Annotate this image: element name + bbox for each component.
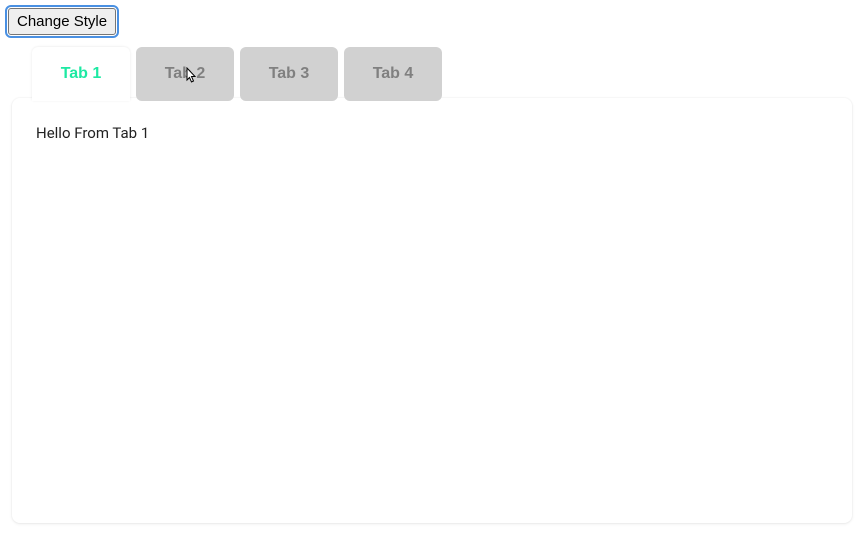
- tab-4[interactable]: Tab 4: [344, 47, 442, 101]
- tab-1[interactable]: Tab 1: [32, 47, 130, 101]
- tab-2[interactable]: Tab 2: [136, 47, 234, 101]
- tab-3[interactable]: Tab 3: [240, 47, 338, 101]
- tab-panel: Hello From Tab 1: [12, 98, 852, 523]
- change-style-button[interactable]: Change Style: [8, 8, 116, 35]
- tab-container: Tab 1 Tab 2 Tab 3 Tab 4 Hello From Tab 1: [12, 47, 852, 523]
- tab-content-text: Hello From Tab 1: [36, 124, 828, 142]
- tab-list: Tab 1 Tab 2 Tab 3 Tab 4: [12, 47, 852, 101]
